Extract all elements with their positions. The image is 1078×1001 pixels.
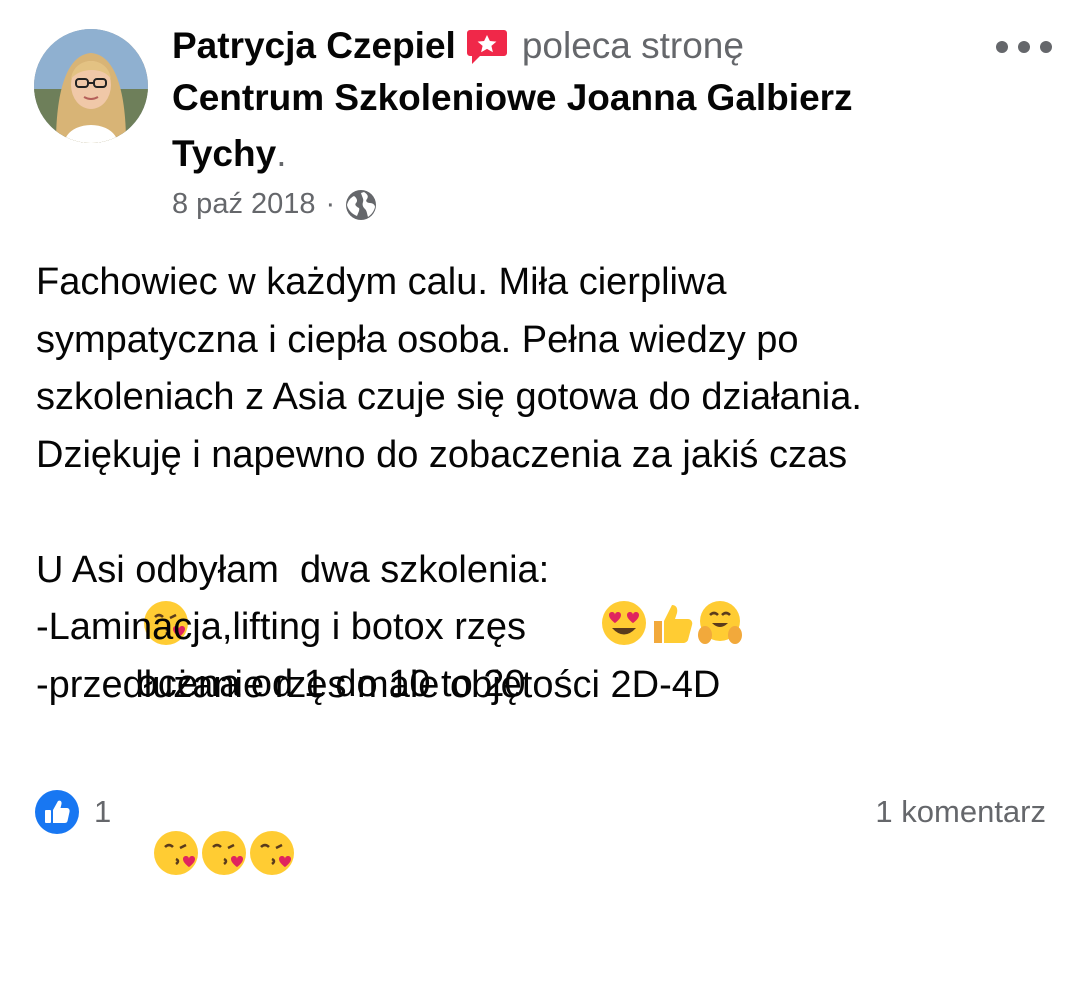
- reactions-summary[interactable]: 1: [34, 789, 111, 835]
- post-header: Patrycja Czepiel poleca stronę Centrum S…: [172, 22, 972, 182]
- like-reaction-icon[interactable]: [34, 789, 80, 835]
- post-text-line: szkoleniach z Asia czuje się gotowa do d…: [36, 376, 862, 418]
- post-text-line: Dziękuję i napewno do zobaczenia za jaki…: [36, 433, 848, 476]
- like-count[interactable]: 1: [94, 794, 111, 830]
- post-emoji-line: [36, 714, 1046, 875]
- page-name-line1[interactable]: Centrum Szkoleniowe Joanna Galbierz: [172, 77, 853, 118]
- recommend-badge-icon: [466, 26, 508, 66]
- meta-separator: ·: [325, 188, 336, 220]
- post-text-line: U Asi odbyłam dwa szkolenia:: [36, 548, 550, 591]
- post-header-line: Patrycja Czepiel poleca stronę: [172, 22, 972, 70]
- post-footer: 1 1 komentarz: [34, 788, 1046, 836]
- author-avatar[interactable]: [34, 29, 148, 143]
- action-text: poleca stronę: [521, 25, 744, 66]
- post-meta: 8 paź 2018 ·: [172, 188, 377, 221]
- page-name-period: .: [276, 133, 287, 174]
- post-text-line: Fachowiec w każdym calu. Miła cierpliwa: [36, 261, 727, 303]
- page-name-line2[interactable]: Tychy: [172, 133, 276, 174]
- thumbs-up-emoji: [584, 542, 692, 643]
- post-text-line: sympatyczna i ciepła osoba. Pełna wiedzy…: [36, 318, 799, 361]
- post-text-line-emoji: ocena od 1 do 10 to 20: [36, 484, 1046, 705]
- recommended-page-name[interactable]: Centrum Szkoleniowe Joanna Galbierz Tych…: [172, 70, 972, 182]
- comments-count[interactable]: 1 komentarz: [875, 794, 1046, 830]
- author-name[interactable]: Patrycja Czepiel: [172, 25, 456, 67]
- more-options-icon[interactable]: [996, 32, 1052, 62]
- hugging-face-emoji: [632, 542, 742, 644]
- globe-icon[interactable]: [345, 189, 377, 221]
- post-body: Fachowiec w każdym calu. Miła cierpliwa …: [36, 254, 1046, 875]
- post-date[interactable]: 8 paź 2018: [172, 188, 316, 221]
- post-text-line: -przedłużanie rzęs male objętości 2D-4D: [36, 663, 721, 706]
